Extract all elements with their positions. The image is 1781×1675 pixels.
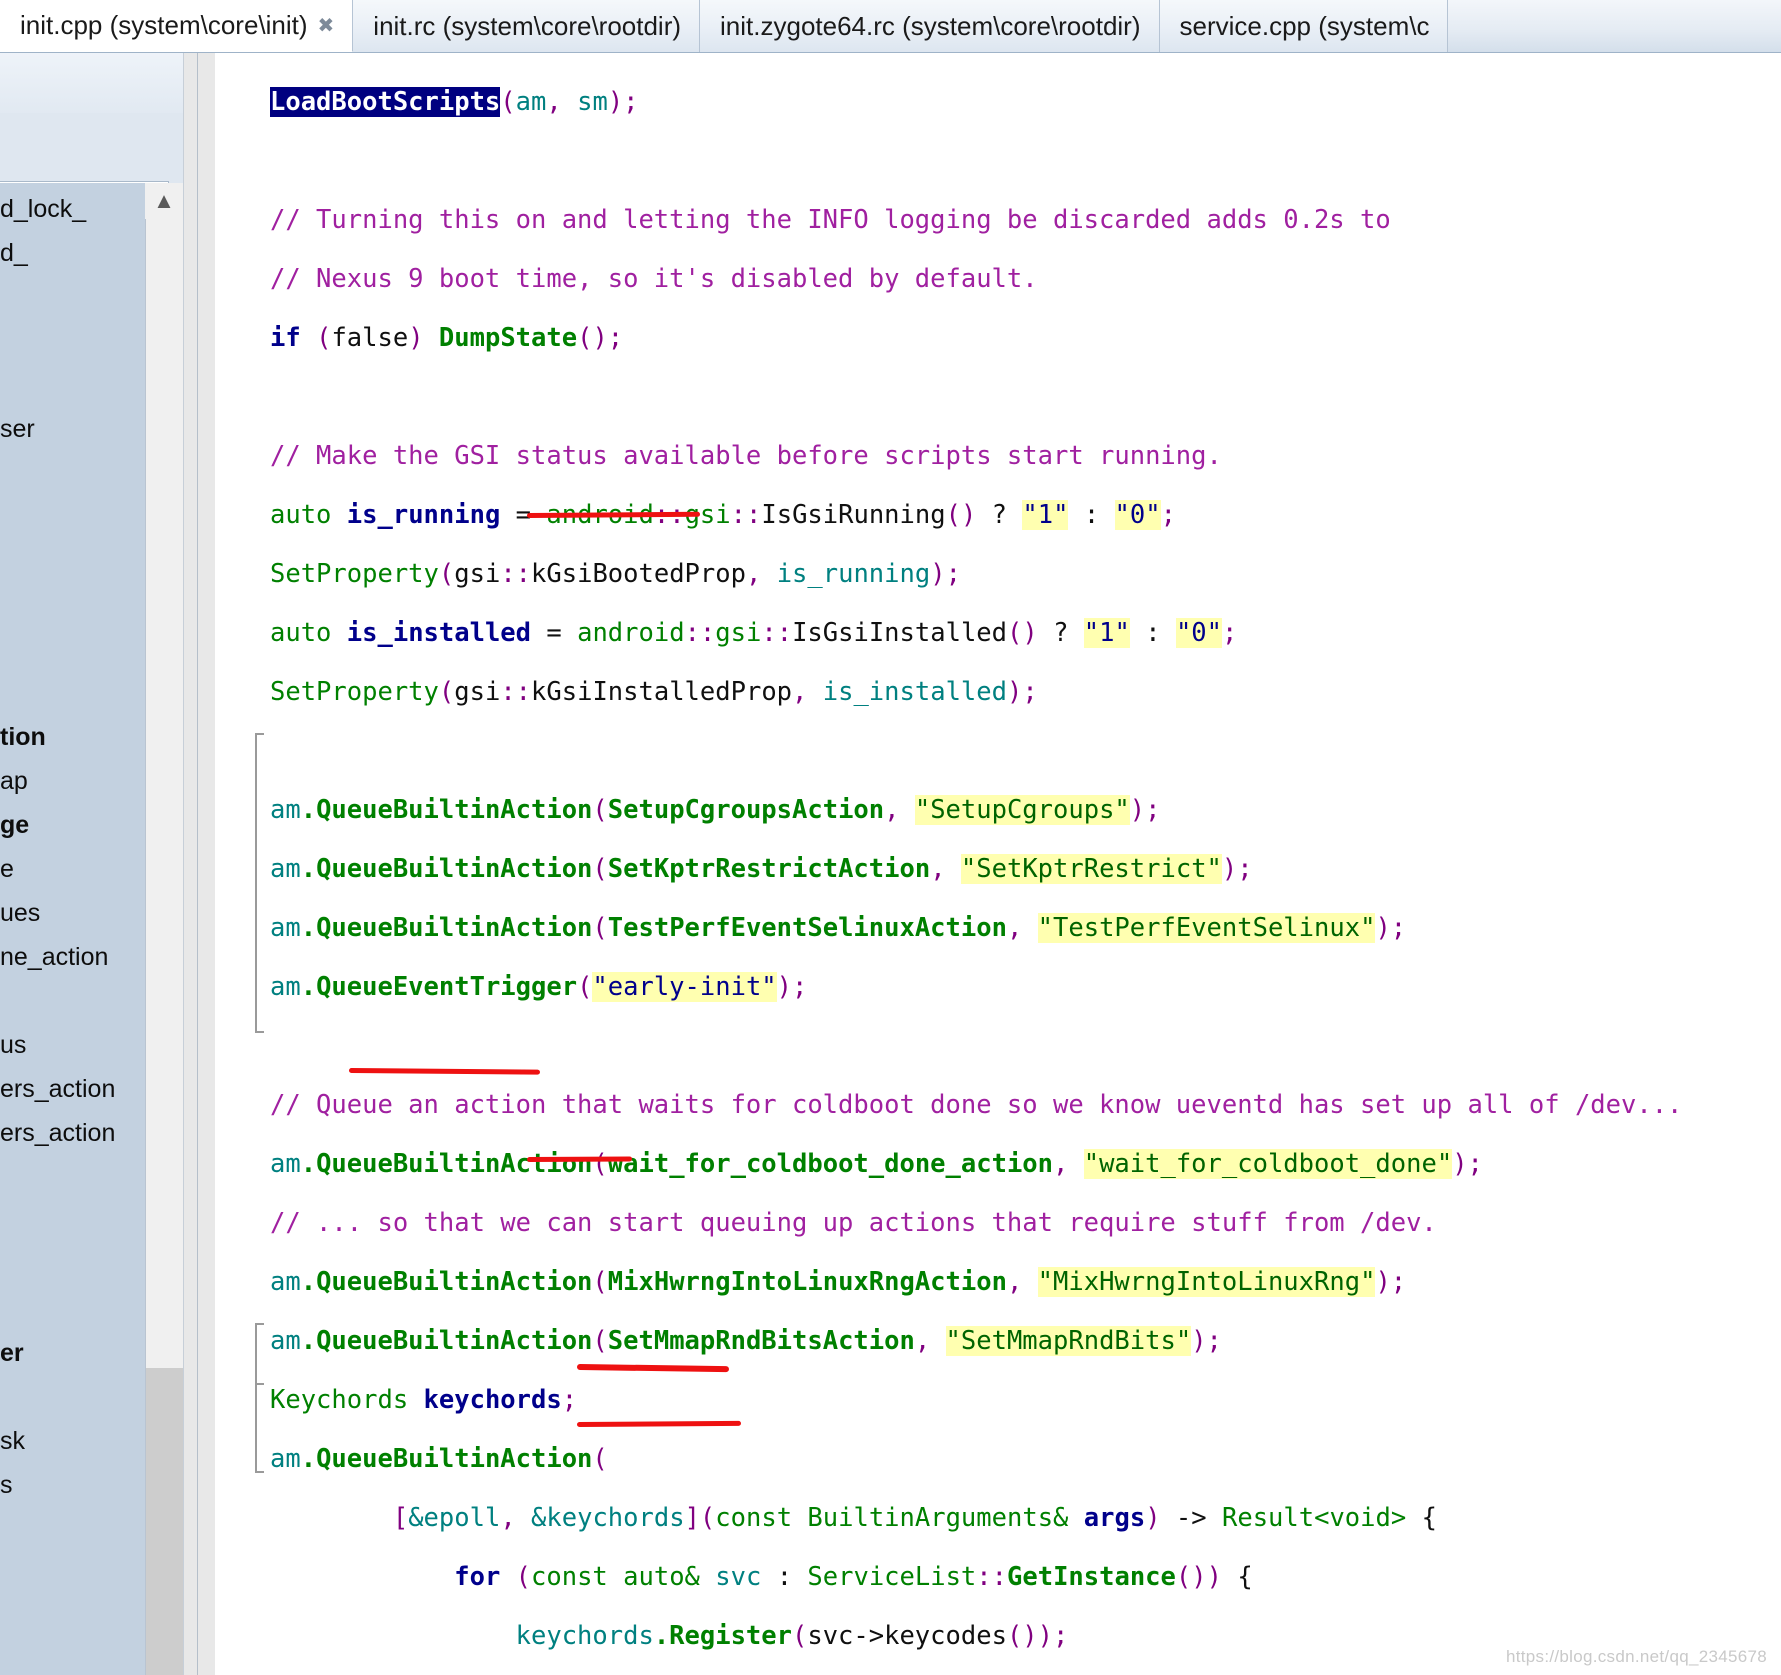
code-line: // Queue an action that waits for coldbo… [270, 1089, 1683, 1120]
source-code-text[interactable]: LoadBootScripts(am, sm); // Turning this… [270, 58, 1682, 1675]
tab-label: init.cpp (system\core\init) [20, 10, 308, 40]
code-line: // Make the GSI status available before … [270, 440, 1222, 471]
code-line: SetProperty(gsi::kGsiInstalledProp, is_i… [270, 676, 1038, 707]
code-line: SetProperty(gsi::kGsiBootedProp, is_runn… [270, 558, 961, 589]
list-item[interactable] [0, 363, 145, 407]
list-item[interactable]: tion [0, 715, 145, 759]
fold-tick [255, 733, 264, 735]
list-item[interactable]: ers_action [0, 1111, 145, 1155]
symbol-panel-header [0, 53, 205, 120]
symbol-list[interactable]: d_lock_ d_ ser tion ap ge e ues ne_actio… [0, 183, 145, 1675]
list-item[interactable] [0, 319, 145, 363]
list-item[interactable]: ge [0, 803, 145, 847]
panel-divider[interactable] [197, 53, 198, 1675]
list-item[interactable] [0, 451, 145, 495]
fold-tick [255, 1031, 264, 1033]
code-line: am.QueueBuiltinAction(TestPerfEventSelin… [270, 912, 1407, 943]
fold-tick [255, 1471, 264, 1473]
list-item[interactable]: er [0, 1331, 145, 1375]
code-line: am.QueueBuiltinAction(wait_for_coldboot_… [270, 1148, 1483, 1179]
code-line: if (false) DumpState(); [270, 322, 624, 353]
list-item[interactable] [0, 1375, 145, 1419]
selected-symbol[interactable]: LoadBootScripts [270, 86, 501, 117]
code-line: LoadBootScripts(am, sm); [270, 86, 639, 117]
list-item[interactable]: d_ [0, 231, 145, 275]
code-line: am.QueueBuiltinAction(MixHwrngIntoLinuxR… [270, 1266, 1407, 1297]
tab-label: init.rc (system\core\rootdir) [373, 10, 682, 41]
code-line: Keychords keychords; [270, 1384, 578, 1415]
list-item[interactable]: e [0, 847, 145, 891]
code-editor-pane[interactable]: LoadBootScripts(am, sm); // Turning this… [215, 53, 1781, 1675]
code-line: // Turning this on and letting the INFO … [270, 204, 1391, 235]
tab-init-cpp[interactable]: init.cpp (system\core\init) ✖ [0, 0, 354, 52]
code-line: keychords.Register(svc->keycodes()); [515, 1620, 1069, 1651]
fold-tick [255, 1323, 264, 1325]
list-item[interactable]: s [0, 1463, 145, 1507]
list-item[interactable]: sk [0, 1419, 145, 1463]
list-item[interactable] [0, 1243, 145, 1287]
list-item[interactable] [0, 627, 145, 671]
symbol-search-area [0, 113, 189, 235]
fold-bar[interactable] [255, 1323, 257, 1473]
scrollbar-thumb[interactable] [146, 1368, 183, 1675]
list-item[interactable] [0, 671, 145, 715]
list-item[interactable]: us [0, 1023, 145, 1067]
list-item[interactable]: d_lock_ [0, 187, 145, 231]
list-item[interactable]: ers_action [0, 1067, 145, 1111]
tab-init-zygote64-rc[interactable]: init.zygote64.rc (system\core\rootdir) [700, 0, 1160, 52]
close-icon[interactable]: ✖ [318, 16, 335, 36]
code-line: // Nexus 9 boot time, so it's disabled b… [270, 263, 1038, 294]
fold-bar[interactable] [255, 733, 257, 1033]
code-line: am.QueueBuiltinAction(SetMmapRndBitsActi… [270, 1325, 1222, 1356]
tab-service-cpp[interactable]: service.cpp (system\c [1159, 0, 1449, 52]
tab-init-rc[interactable]: init.rc (system\core\rootdir) [353, 0, 701, 52]
list-item[interactable] [0, 539, 145, 583]
fold-tick [255, 1383, 264, 1385]
list-item[interactable] [0, 1287, 145, 1331]
code-line: // ... so that we can start queuing up a… [270, 1207, 1437, 1238]
list-item[interactable]: ser [0, 407, 145, 451]
code-line: am.QueueBuiltinAction(SetupCgroupsAction… [270, 794, 1161, 825]
list-item[interactable] [0, 495, 145, 539]
panel-gutter [183, 53, 215, 1675]
tab-label: init.zygote64.rc (system\core\rootdir) [720, 10, 1141, 41]
code-line: am.QueueBuiltinAction(SetKptrRestrictAct… [270, 853, 1253, 884]
list-item[interactable] [0, 275, 145, 319]
list-item[interactable]: ues [0, 891, 145, 935]
code-line: [&epoll, &keychords](const BuiltinArgume… [392, 1502, 1437, 1533]
code-line: am.QueueBuiltinAction( [270, 1443, 608, 1474]
list-item[interactable]: ne_action [0, 935, 145, 979]
tab-label: service.cpp (system\c [1179, 10, 1430, 41]
watermark-text: https://blog.csdn.net/qq_2345678 [1505, 1647, 1767, 1666]
list-item[interactable] [0, 1155, 145, 1199]
list-item[interactable] [0, 979, 145, 1023]
editor-window: init.cpp (system\core\init) ✖ init.rc (s… [0, 0, 1781, 1675]
list-item[interactable] [0, 583, 145, 627]
list-item[interactable] [0, 1199, 145, 1243]
annotation-underline-init [526, 1156, 633, 1162]
list-item[interactable]: ap [0, 759, 145, 803]
code-line: auto is_installed = android::gsi::IsGsiI… [270, 617, 1238, 648]
code-line: for (const auto& svc : ServiceList::GetI… [454, 1561, 1253, 1592]
code-line: auto is_running = android::gsi::IsGsiRun… [270, 499, 1176, 530]
chevron-up-icon[interactable]: ▲ [145, 183, 183, 219]
editor-tab-bar: init.cpp (system\core\init) ✖ init.rc (s… [0, 0, 1781, 53]
code-line: am.QueueEventTrigger("early-init"); [270, 971, 808, 1002]
